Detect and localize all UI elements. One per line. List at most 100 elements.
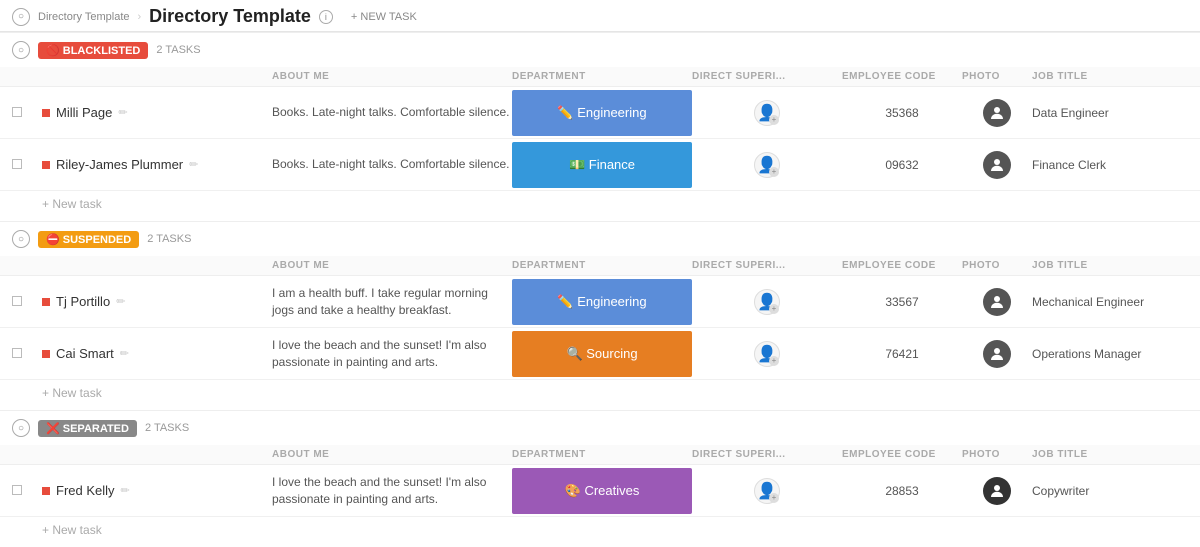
job-title-cell: Finance Clerk — [1032, 158, 1192, 172]
new-task-row[interactable]: + New task — [0, 380, 1200, 410]
photo-cell — [962, 288, 1032, 316]
status-badge-suspended: ⛔ SUSPENDED — [38, 231, 139, 248]
employee-name: Milli Page — [56, 105, 112, 120]
photo-avatar — [983, 99, 1011, 127]
dept-badge[interactable]: ✏️ Engineering — [512, 279, 692, 325]
row-checkbox-mini[interactable] — [42, 487, 50, 495]
job-title-cell: Copywriter — [1032, 484, 1192, 498]
edit-icon[interactable]: ✏ — [118, 106, 127, 119]
page-header: ○ Directory Template › Directory Templat… — [0, 0, 1200, 32]
row-checkbox[interactable] — [12, 159, 22, 169]
emp-code-cell: 35368 — [842, 106, 962, 120]
photo-avatar — [983, 340, 1011, 368]
supervisor-avatar[interactable]: 👤 + — [754, 152, 780, 178]
col-header-about-me: ABOUT ME — [272, 449, 512, 460]
emp-code-cell: 76421 — [842, 347, 962, 361]
section-header-separated: ○ ❌ SEPARATED 2 TASKS — [0, 410, 1200, 445]
col-header-department: DEPARTMENT — [512, 71, 692, 82]
dept-badge[interactable]: 🎨 Creatives — [512, 468, 692, 514]
section-suspended: ○ ⛔ SUSPENDED 2 TASKS ABOUT MEDEPARTMENT… — [0, 221, 1200, 410]
status-badge-blacklisted: 🚫 BLACKLISTED — [38, 42, 148, 59]
photo-cell — [962, 151, 1032, 179]
table-header: ABOUT MEDEPARTMENTDIRECT SUPERI...EMPLOY… — [0, 445, 1200, 465]
section-collapse-icon-suspended[interactable]: ○ — [12, 230, 30, 248]
col-header-employee-code: EMPLOYEE CODE — [842, 260, 962, 271]
tasks-count-suspended: 2 TASKS — [147, 233, 191, 245]
supervisor-avatar[interactable]: 👤 + — [754, 289, 780, 315]
add-supervisor-icon[interactable]: + — [769, 115, 779, 125]
supervisor-cell: 👤 + — [692, 100, 842, 126]
emp-code-cell: 09632 — [842, 158, 962, 172]
section-collapse-icon-separated[interactable]: ○ — [12, 419, 30, 437]
col-header-job-title: JOB TITLE — [1032, 71, 1192, 82]
col-header-department: DEPARTMENT — [512, 449, 692, 460]
section-separated: ○ ❌ SEPARATED 2 TASKS ABOUT MEDEPARTMENT… — [0, 410, 1200, 547]
row-checkbox[interactable] — [12, 107, 22, 117]
col-header-direct-superi---: DIRECT SUPERI... — [692, 260, 842, 271]
breadcrumb: Directory Template — [38, 11, 130, 23]
status-badge-separated: ❌ SEPARATED — [38, 420, 137, 437]
col-header-photo: PHOTO — [962, 71, 1032, 82]
edit-icon[interactable]: ✏ — [120, 347, 129, 360]
section-header-blacklisted: ○ 🚫 BLACKLISTED 2 TASKS — [0, 32, 1200, 67]
edit-icon[interactable]: ✏ — [121, 484, 130, 497]
info-icon[interactable]: i — [319, 10, 333, 24]
col-header-about-me: ABOUT ME — [272, 260, 512, 271]
dept-badge[interactable]: ✏️ Engineering — [512, 90, 692, 136]
photo-avatar — [983, 288, 1011, 316]
row-checkbox[interactable] — [12, 296, 22, 306]
photo-cell — [962, 477, 1032, 505]
job-title-cell: Data Engineer — [1032, 106, 1192, 120]
col-header-about-me: ABOUT ME — [272, 71, 512, 82]
section-collapse-icon-blacklisted[interactable]: ○ — [12, 41, 30, 59]
supervisor-avatar[interactable]: 👤 + — [754, 341, 780, 367]
table-header: ABOUT MEDEPARTMENTDIRECT SUPERI...EMPLOY… — [0, 67, 1200, 87]
employee-name: Cai Smart — [56, 346, 114, 361]
col-header-department: DEPARTMENT — [512, 260, 692, 271]
table-row: Cai Smart ✏ I love the beach and the sun… — [0, 328, 1200, 380]
new-task-row[interactable]: + New task — [0, 517, 1200, 547]
row-checkbox-mini[interactable] — [42, 298, 50, 306]
row-checkbox[interactable] — [12, 348, 22, 358]
section-blacklisted: ○ 🚫 BLACKLISTED 2 TASKS ABOUT MEDEPARTME… — [0, 32, 1200, 221]
new-task-button[interactable]: + NEW TASK — [345, 9, 423, 25]
job-title-cell: Operations Manager — [1032, 347, 1192, 361]
table-row: Milli Page ✏ Books. Late-night talks. Co… — [0, 87, 1200, 139]
table-row: Tj Portillo ✏ I am a health buff. I take… — [0, 276, 1200, 328]
col-header-employee-code: EMPLOYEE CODE — [842, 71, 962, 82]
collapse-icon[interactable]: ○ — [12, 8, 30, 26]
employee-name: Riley-James Plummer — [56, 157, 183, 172]
job-title-cell: Mechanical Engineer — [1032, 295, 1192, 309]
about-cell: I love the beach and the sunset! I'm als… — [272, 337, 512, 371]
add-supervisor-icon[interactable]: + — [769, 167, 779, 177]
col-header-direct-superi---: DIRECT SUPERI... — [692, 449, 842, 460]
supervisor-avatar[interactable]: 👤 + — [754, 478, 780, 504]
employee-name: Fred Kelly — [56, 483, 115, 498]
page-title: Directory Template — [149, 6, 311, 27]
tasks-count-separated: 2 TASKS — [145, 422, 189, 434]
sections-container: ○ 🚫 BLACKLISTED 2 TASKS ABOUT MEDEPARTME… — [0, 32, 1200, 547]
row-checkbox[interactable] — [12, 485, 22, 495]
add-supervisor-icon[interactable]: + — [769, 304, 779, 314]
row-checkbox-mini[interactable] — [42, 109, 50, 117]
add-supervisor-icon[interactable]: + — [769, 356, 779, 366]
add-supervisor-icon[interactable]: + — [769, 493, 779, 503]
supervisor-avatar[interactable]: 👤 + — [754, 100, 780, 126]
edit-icon[interactable]: ✏ — [116, 295, 125, 308]
emp-code-cell: 33567 — [842, 295, 962, 309]
col-header-photo: PHOTO — [962, 260, 1032, 271]
table-row: Fred Kelly ✏ I love the beach and the su… — [0, 465, 1200, 517]
dept-badge[interactable]: 🔍 Sourcing — [512, 331, 692, 377]
supervisor-cell: 👤 + — [692, 478, 842, 504]
emp-code-cell: 28853 — [842, 484, 962, 498]
col-header-employee-code: EMPLOYEE CODE — [842, 449, 962, 460]
new-task-row[interactable]: + New task — [0, 191, 1200, 221]
edit-icon[interactable]: ✏ — [189, 158, 198, 171]
photo-cell — [962, 340, 1032, 368]
col-header-job-title: JOB TITLE — [1032, 449, 1192, 460]
employee-name: Tj Portillo — [56, 294, 110, 309]
dept-badge[interactable]: 💵 Finance — [512, 142, 692, 188]
row-checkbox-mini[interactable] — [42, 350, 50, 358]
row-checkbox-mini[interactable] — [42, 161, 50, 169]
section-header-suspended: ○ ⛔ SUSPENDED 2 TASKS — [0, 221, 1200, 256]
